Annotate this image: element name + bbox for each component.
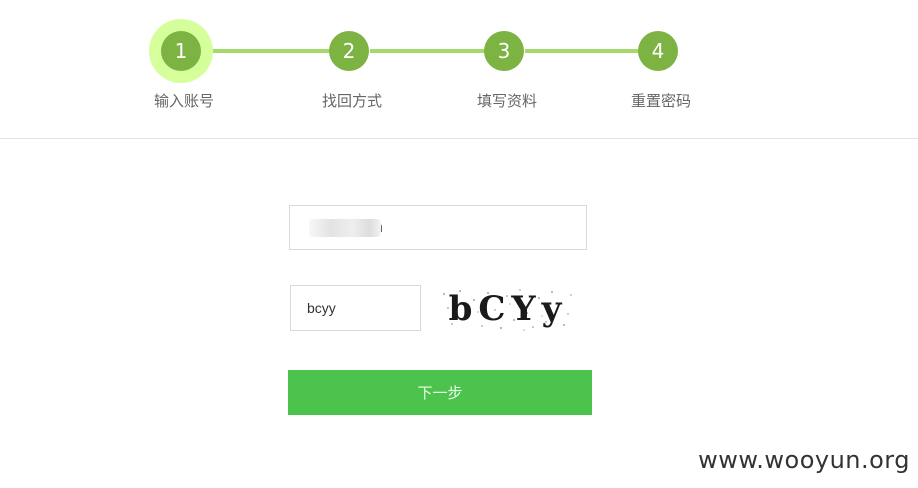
step-4-circle: 4 xyxy=(638,31,678,71)
step-1-circle: 1 xyxy=(161,31,201,71)
step-progress: 1 2 3 4 输入账号 找回方式 填写资料 重置密码 xyxy=(0,0,918,140)
step-3-circle: 3 xyxy=(484,31,524,71)
email-input[interactable] xyxy=(289,205,587,250)
step-3-label: 填写资料 xyxy=(476,92,537,110)
step-2-circle: 2 xyxy=(329,31,369,71)
step-connector xyxy=(200,49,350,53)
step-4-label: 重置密码 xyxy=(630,92,691,110)
step-1-label: 输入账号 xyxy=(153,92,214,110)
watermark: www.wooyun.org xyxy=(698,446,910,474)
header-divider xyxy=(0,138,918,139)
step-2-label: 找回方式 xyxy=(321,92,382,110)
captcha-text: bCYy xyxy=(448,289,568,329)
next-step-button[interactable]: 下一步 xyxy=(288,370,592,415)
captcha-image[interactable]: bCYy xyxy=(438,286,578,332)
captcha-input[interactable] xyxy=(290,285,421,331)
